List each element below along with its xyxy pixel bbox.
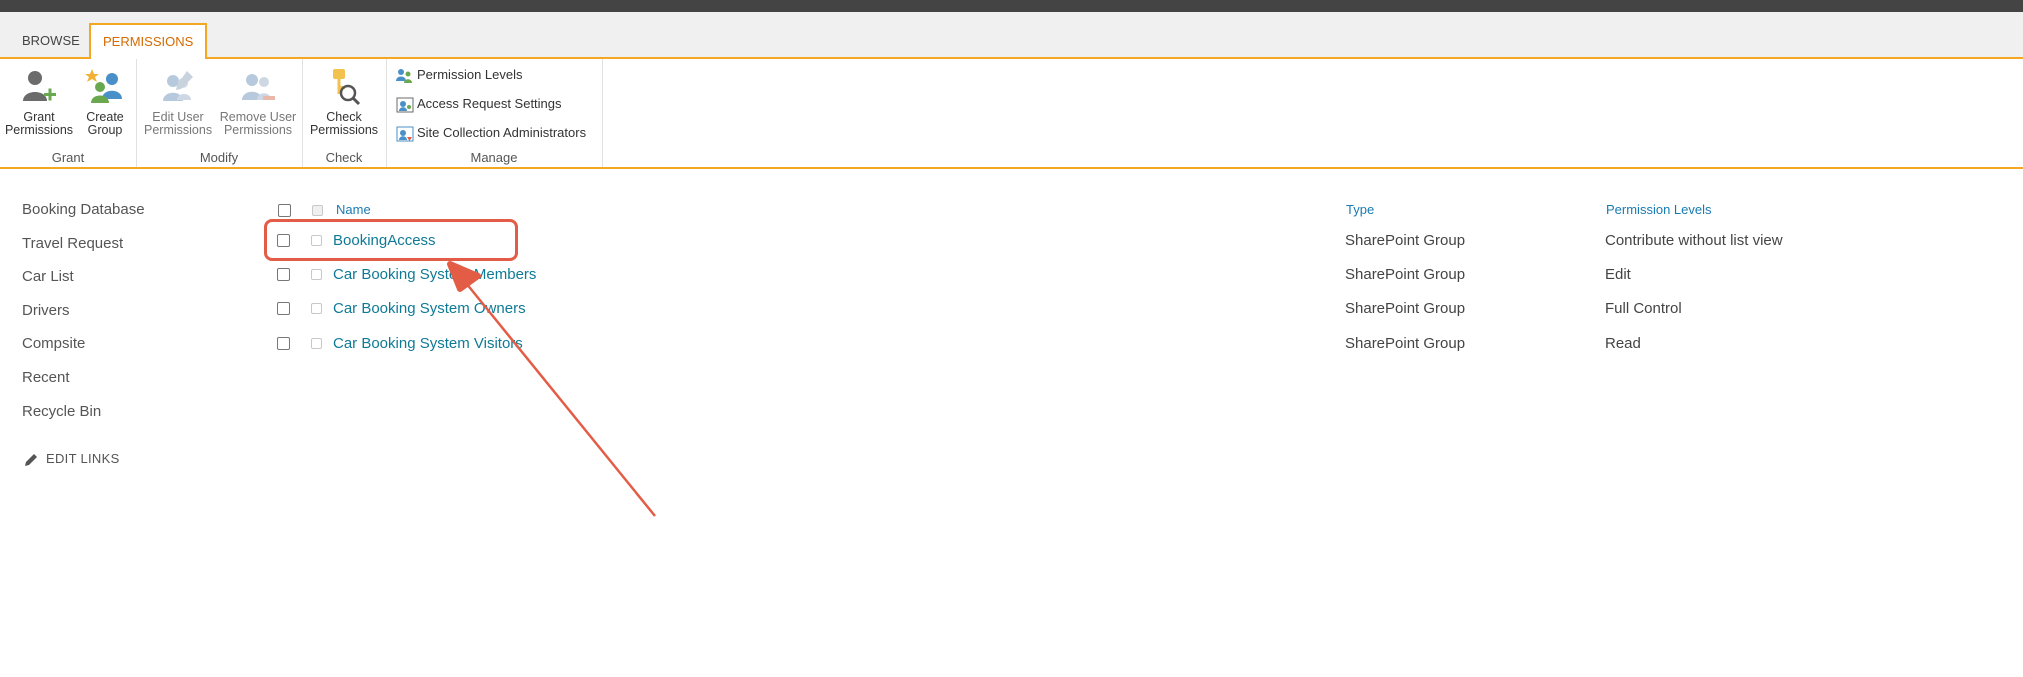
suite-bar xyxy=(0,0,2023,12)
group-item-icon xyxy=(311,338,322,349)
row-checkbox[interactable] xyxy=(277,302,290,315)
access-request-settings-button[interactable]: Access Request Settings xyxy=(396,94,562,114)
remove-user-permissions-label-line2: Permissions xyxy=(223,123,293,137)
ribbon-tab-strip: BROWSE PERMISSIONS xyxy=(0,12,2023,60)
quick-launch-item-travel-request[interactable]: Travel Request xyxy=(22,234,145,268)
permission-levels-label: Permission Levels xyxy=(417,67,523,82)
row-permission-level: Edit xyxy=(1605,266,1631,283)
edit-links-label: EDIT LINKS xyxy=(46,451,120,466)
ribbon-group-check: Check Permissions Check xyxy=(302,59,387,167)
row-type: SharePoint Group xyxy=(1345,232,1466,249)
ribbon-group-modify: Edit User Permissions Remove User Permis… xyxy=(136,59,303,167)
create-group-icon xyxy=(85,69,122,103)
quick-launch-item-car-list[interactable]: Car List xyxy=(22,267,145,301)
permission-levels-button[interactable]: Permission Levels xyxy=(396,65,523,85)
row-checkbox[interactable] xyxy=(277,268,290,281)
ribbon-group-label-check: Check xyxy=(325,150,363,165)
edit-links-button[interactable]: EDIT LINKS xyxy=(24,451,120,467)
group-item-icon xyxy=(311,269,322,280)
site-collection-administrators-button[interactable]: Site Collection Administrators xyxy=(396,123,586,143)
ribbon: Grant Permissions Create Group Grant Edi… xyxy=(0,59,2023,169)
row-checkbox[interactable] xyxy=(277,337,290,350)
column-header-type[interactable]: Type xyxy=(1346,202,1374,217)
grant-permissions-button[interactable]: Grant Permissions xyxy=(4,67,74,137)
group-item-icon xyxy=(311,303,322,314)
row-name-link[interactable]: Car Booking System Owners xyxy=(333,299,526,319)
edit-user-permissions-button[interactable]: Edit User Permissions xyxy=(144,67,212,137)
row-permission-level: Contribute without list view xyxy=(1605,232,1783,249)
row-name-link[interactable]: Car Booking System Visitors xyxy=(333,334,523,354)
edit-user-permissions-label-line2: Permissions xyxy=(144,123,213,137)
quick-launch-item-booking-database[interactable]: Booking Database xyxy=(22,200,145,234)
quick-launch-item-recycle-bin[interactable]: Recycle Bin xyxy=(22,402,145,436)
annotation-highlight-box xyxy=(264,219,518,261)
create-group-button[interactable]: Create Group xyxy=(80,67,130,137)
row-type: SharePoint Group xyxy=(1345,335,1466,352)
access-request-settings-icon xyxy=(396,97,414,113)
grant-user-icon xyxy=(23,71,56,101)
select-all-checkbox[interactable] xyxy=(278,204,291,217)
ribbon-group-label-modify: Modify xyxy=(199,150,239,165)
edit-user-icon xyxy=(163,71,193,101)
site-collection-administrators-label: Site Collection Administrators xyxy=(417,125,587,140)
check-permissions-label-line2: Permissions xyxy=(309,123,379,137)
ribbon-group-manage: Permission Levels Access Request Setting… xyxy=(386,59,603,167)
access-request-settings-label: Access Request Settings xyxy=(417,96,562,111)
quick-launch-item-recent[interactable]: Recent xyxy=(22,368,145,402)
header-item-icon xyxy=(312,205,323,216)
ribbon-group-grant: Grant Permissions Create Group Grant xyxy=(0,59,137,167)
column-header-permission-levels[interactable]: Permission Levels xyxy=(1606,202,1712,217)
row-permission-level: Read xyxy=(1605,335,1641,352)
check-permissions-button[interactable]: Check Permissions xyxy=(308,67,380,137)
create-group-label-line2: Group xyxy=(87,123,123,137)
remove-user-icon xyxy=(242,74,275,100)
quick-launch: Booking Database Travel Request Car List… xyxy=(22,200,145,435)
column-header-name[interactable]: Name xyxy=(336,202,371,217)
remove-user-permissions-button[interactable]: Remove User Permissions xyxy=(218,67,298,137)
ribbon-group-label-grant: Grant xyxy=(51,150,85,165)
row-type: SharePoint Group xyxy=(1345,266,1466,283)
tab-permissions[interactable]: PERMISSIONS xyxy=(89,23,208,60)
row-permission-level: Full Control xyxy=(1605,300,1682,317)
grant-permissions-label-line2: Permissions xyxy=(4,123,74,137)
tab-browse[interactable]: BROWSE xyxy=(10,24,92,57)
row-name-link[interactable]: Car Booking System Members xyxy=(333,265,536,285)
ribbon-group-label-manage: Manage xyxy=(470,150,518,165)
permission-levels-icon xyxy=(396,68,412,83)
pencil-icon xyxy=(25,453,37,466)
quick-launch-item-drivers[interactable]: Drivers xyxy=(22,301,145,335)
check-permissions-icon xyxy=(333,69,361,106)
site-collection-administrators-icon xyxy=(396,126,414,142)
quick-launch-item-compsite[interactable]: Compsite xyxy=(22,334,145,368)
row-type: SharePoint Group xyxy=(1345,300,1466,317)
